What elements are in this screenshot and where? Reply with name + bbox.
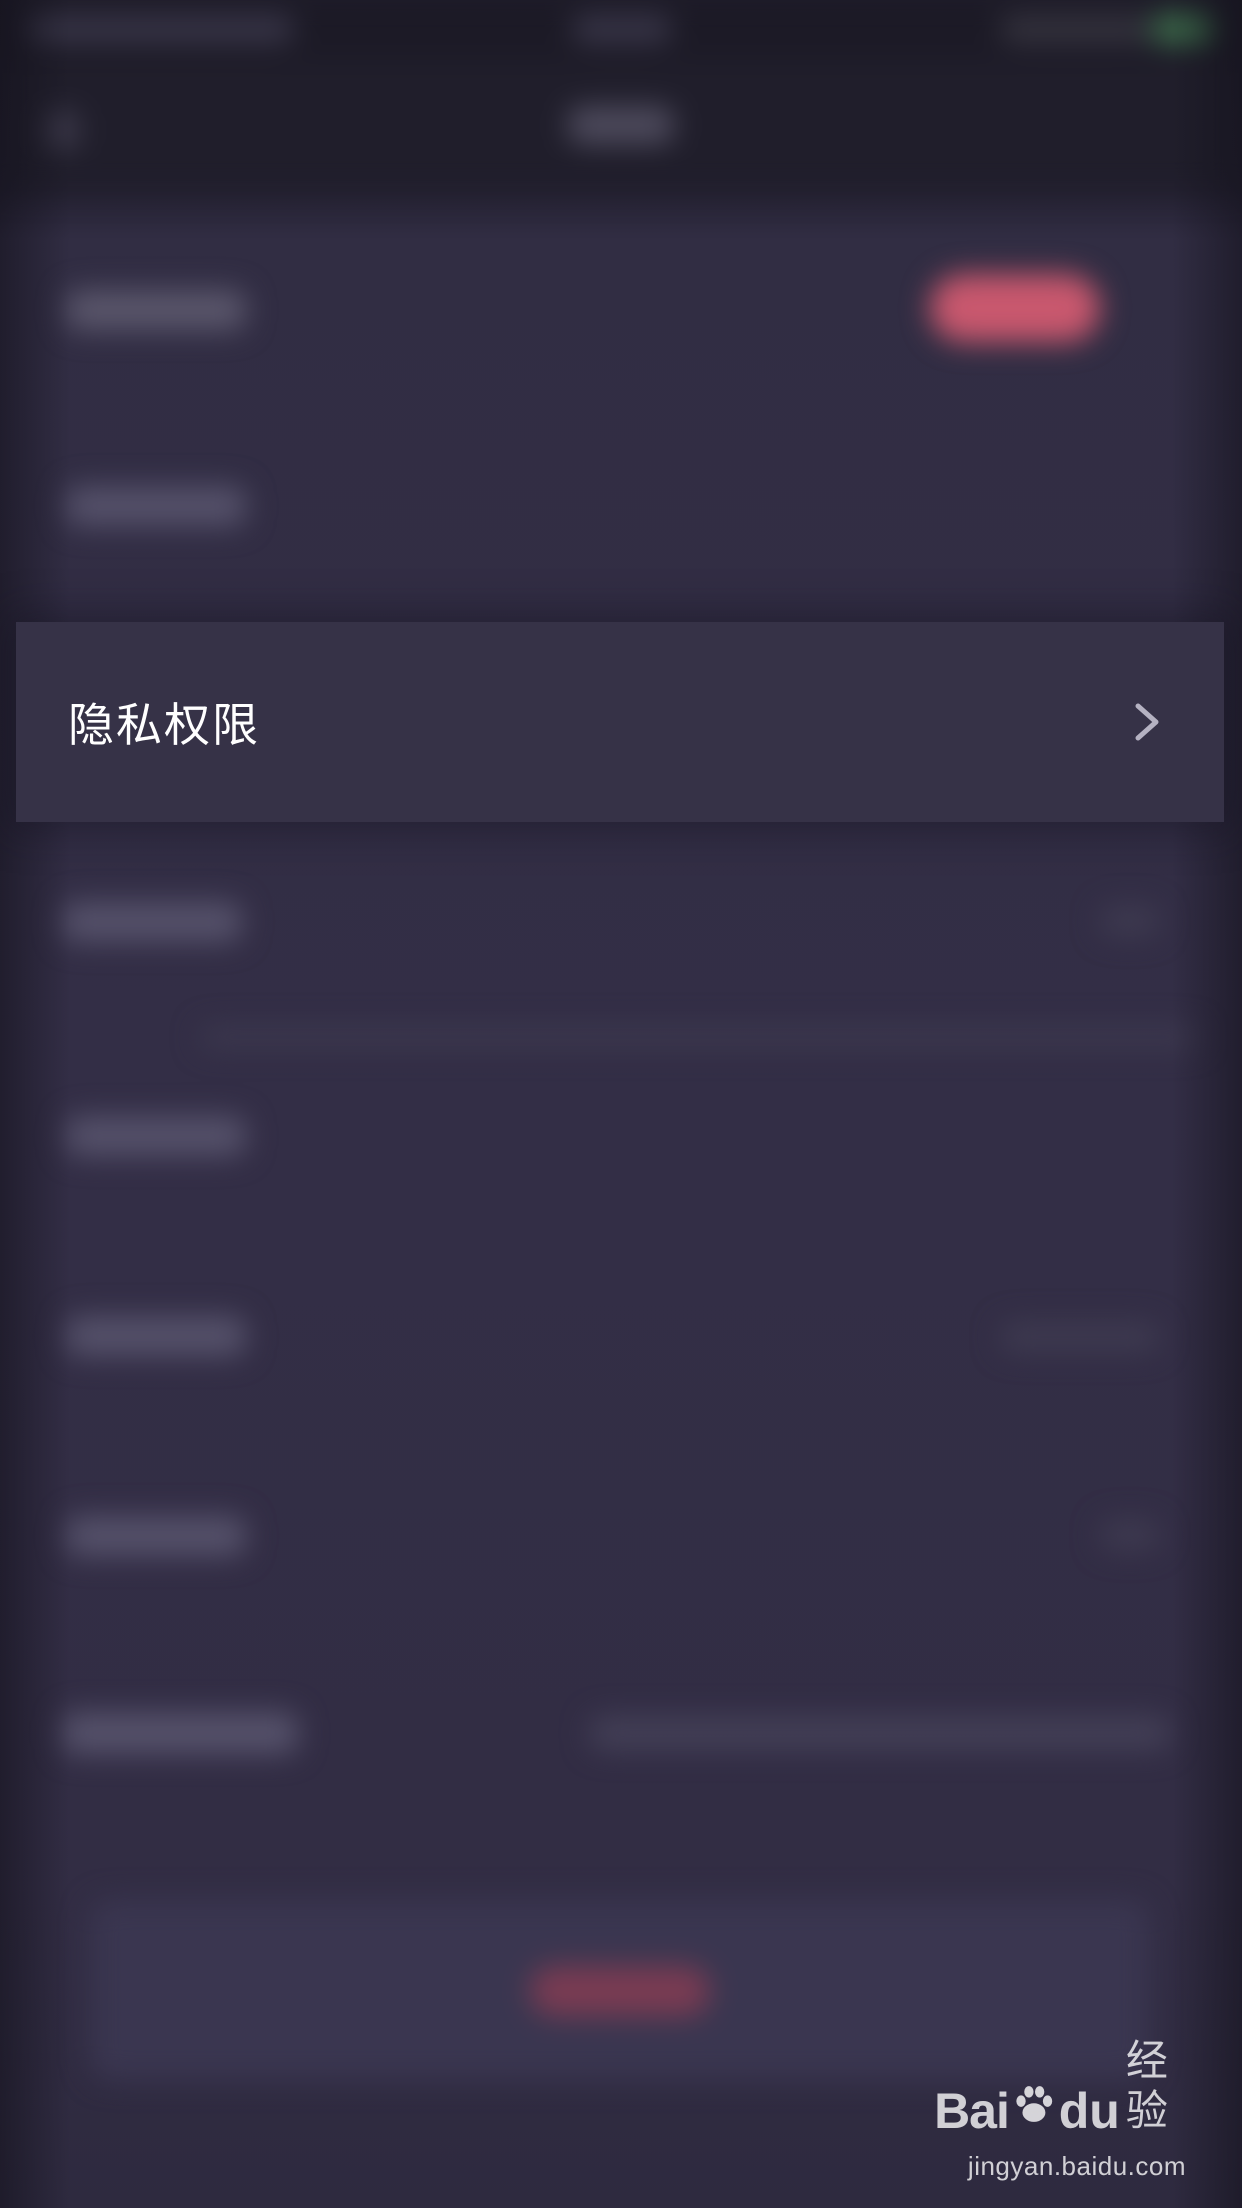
row-label-blur	[66, 486, 246, 526]
blurred-background	[0, 0, 1242, 2208]
back-icon	[44, 110, 80, 150]
row-value-blur	[1000, 1322, 1160, 1352]
row-label-blur	[66, 1316, 246, 1356]
status-bar	[0, 0, 1242, 60]
baidu-jingyan-watermark: Bai du 经验 jingyan.baidu.com	[934, 2036, 1186, 2182]
status-bar-time-blur	[572, 16, 672, 42]
privacy-permissions-label: 隐私权限	[68, 698, 260, 752]
row-value-blur	[1100, 1520, 1160, 1550]
paw-icon	[1016, 2086, 1053, 2122]
settings-screen: 隐私权限 Bai du 经验 jingyan.baidu.com	[0, 0, 1242, 2208]
row-value-blur	[1100, 906, 1160, 936]
row-value-blur	[590, 1716, 1170, 1750]
watermark-jingyan: 经验	[1125, 2036, 1168, 2135]
accent-button-blur	[930, 274, 1100, 342]
status-bar-icons-blur	[1000, 16, 1150, 42]
row-label-blur	[66, 290, 246, 330]
privacy-permissions-row[interactable]: 隐私权限	[16, 622, 1224, 822]
row-label-blur	[62, 902, 242, 942]
watermark-logo: Bai du 经验	[934, 2036, 1186, 2139]
battery-icon	[1150, 14, 1216, 44]
watermark-du: du	[1058, 2083, 1120, 2139]
bottom-button-blur	[530, 1966, 710, 2016]
row-label-blur	[66, 1116, 246, 1156]
chevron-right-icon	[1135, 703, 1159, 741]
watermark-bai: Bai	[934, 2083, 1010, 2139]
watermark-url: jingyan.baidu.com	[967, 2151, 1186, 2181]
nav-bar	[0, 60, 1242, 190]
nav-title-blur	[568, 106, 674, 144]
row-label-blur	[66, 1516, 246, 1556]
divider-blur	[200, 1026, 1200, 1048]
row-label-blur	[62, 1712, 298, 1754]
status-bar-carrier-blur	[24, 16, 294, 42]
